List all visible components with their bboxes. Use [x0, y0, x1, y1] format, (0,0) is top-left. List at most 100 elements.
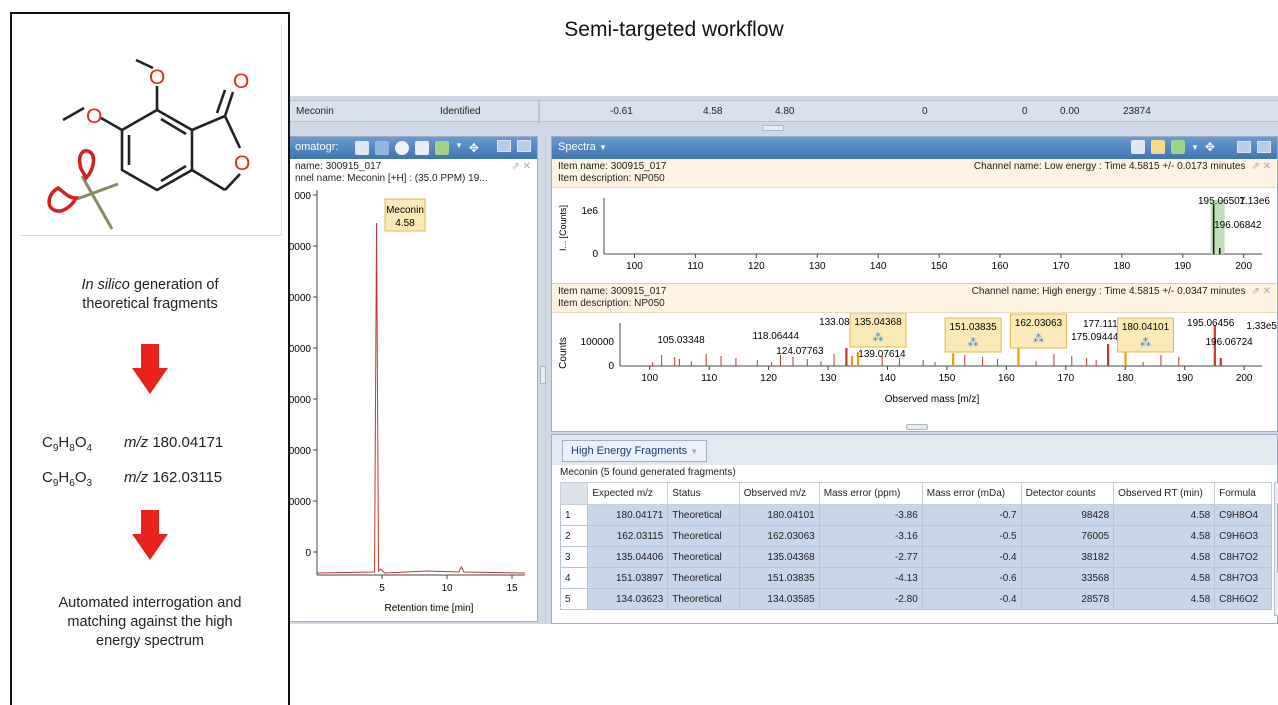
- minimize-icon[interactable]: [1237, 141, 1251, 153]
- peak-rt: 4.58: [395, 218, 415, 229]
- x-tick-label: 10: [441, 583, 453, 594]
- svg-text:1.33e5: 1.33e5: [1246, 321, 1277, 332]
- result-row[interactable]: Meconin Identified -0.61 4.58 4.80 0 0 0…: [290, 100, 1278, 123]
- formula-row-2: C9H6O3 m/z 162.03115: [42, 469, 223, 489]
- workflow-step-1: In silico generation of theoretical frag…: [81, 277, 219, 312]
- vertical-splitter-grip[interactable]: [540, 366, 546, 384]
- matched-fragment-label: 151.03835: [949, 322, 997, 333]
- dropdown-icon[interactable]: ▼: [455, 141, 463, 155]
- fragment-icon: ⁂: [968, 337, 979, 349]
- col-observed-rt[interactable]: Observed RT (min): [1113, 482, 1216, 505]
- mass-error-mda-cell: -0.4: [921, 546, 1022, 568]
- maximize-icon[interactable]: [517, 140, 531, 152]
- fragment-icon: ⁂: [1140, 337, 1151, 349]
- observed-mz-cell: 134.03585: [738, 588, 820, 610]
- row-number: 1: [559, 504, 589, 526]
- minimize-icon[interactable]: [497, 140, 511, 152]
- detector-counts-cell: 98428: [1020, 504, 1115, 526]
- table-row[interactable]: 5 134.03623 Theoretical 134.03585 -2.80 -0.4 2…: [559, 588, 1272, 610]
- peak-label: 195.06456: [1187, 318, 1235, 329]
- svg-text:100000: 100000: [581, 337, 615, 348]
- x-tick-label: 190: [1174, 261, 1191, 272]
- fragments-subtitle: Meconin (5 found generated fragments): [560, 467, 736, 478]
- zoom-icon[interactable]: [375, 141, 389, 155]
- y-tick-label: 0000: [290, 344, 311, 355]
- move-icon[interactable]: ✥: [1205, 140, 1215, 154]
- row-number: 5: [559, 588, 589, 610]
- col-detector-counts[interactable]: Detector counts: [1020, 482, 1115, 505]
- col-mass-error-ppm[interactable]: Mass error (ppm): [818, 482, 923, 505]
- formula-2: C9H6O3: [42, 469, 93, 489]
- formula-cell: C9H8O4: [1214, 504, 1272, 526]
- spectra-panel: Spectra ▼ ▼ ✥ Item name: 300915_017 Item…: [551, 136, 1278, 432]
- mass-error-mda-cell: -0.5: [921, 525, 1022, 547]
- mass-error-mda-cell: -0.7: [921, 504, 1022, 526]
- detector-counts-cell: 38182: [1020, 546, 1115, 568]
- col-status[interactable]: Status: [667, 482, 740, 505]
- status-cell: Theoretical: [667, 567, 740, 589]
- chromatogram-header: omatogr: ▼ ✥: [290, 137, 537, 159]
- table-icon[interactable]: [415, 141, 429, 155]
- status-cell: Theoretical: [667, 525, 740, 547]
- high-energy-spectrum: Counts 100000 0 1.33e5 105.03348 118.0644…: [558, 313, 1277, 405]
- mass-error-ppm-cell: -4.13: [818, 567, 923, 589]
- export-icon[interactable]: [1131, 140, 1146, 154]
- table-row[interactable]: 1 180.04171 Theoretical 180.04101 -3.86 -0.7 9…: [559, 504, 1272, 526]
- overlay-icon[interactable]: [435, 141, 449, 155]
- fragment-icon: ⁂: [1033, 333, 1044, 345]
- matched-fragment-label: 135.04368: [854, 317, 902, 328]
- mass-error-mda-cell: -0.4: [921, 588, 1022, 610]
- status-cell: Theoretical: [667, 588, 740, 610]
- scissors-icon: [47, 149, 119, 230]
- svg-text:0: 0: [608, 361, 614, 372]
- chromatogram-plot: 0000000000000000000000000000 Meconin 4.5…: [290, 190, 526, 614]
- x-tick-label: 200: [1235, 261, 1252, 272]
- observed-rt-cell: 4.58: [1113, 546, 1216, 568]
- col-formula[interactable]: Formula: [1214, 482, 1272, 505]
- y-tick-label: 0000: [290, 242, 311, 253]
- x-tick-label: 5: [379, 583, 385, 594]
- x-tick-label: 100: [626, 261, 643, 272]
- splitter-grip[interactable]: [906, 424, 928, 430]
- x-tick-label: 100: [641, 373, 658, 384]
- status-cell: Theoretical: [667, 504, 740, 526]
- x-tick-label: 150: [931, 261, 948, 272]
- dropdown-icon[interactable]: ▼: [1191, 143, 1199, 152]
- col-mass-error-mda[interactable]: Mass error (mDa): [921, 482, 1022, 505]
- table-icon[interactable]: [1151, 140, 1166, 154]
- col-expected-mz[interactable]: Expected m/z: [587, 482, 669, 505]
- select-all-cell[interactable]: [559, 482, 589, 505]
- peak-label: 195.06507: [1198, 196, 1246, 207]
- fragments-table: Expected m/z Status Observed m/z Mass er…: [559, 482, 1272, 610]
- tab-high-energy-fragments[interactable]: High Energy Fragments ▼: [562, 440, 708, 462]
- formula-cell: C8H7O2: [1214, 546, 1272, 568]
- maximize-icon[interactable]: [1257, 141, 1271, 153]
- meconin-structure: O O O O: [20, 24, 282, 236]
- export-icon[interactable]: [355, 141, 369, 155]
- peak-label: 175.09444: [1071, 332, 1119, 343]
- result-status: Identified: [440, 106, 481, 117]
- x-tick-label: 130: [820, 373, 837, 384]
- x-tick-label: 160: [998, 373, 1015, 384]
- y-tick-label: 0: [305, 548, 311, 559]
- app-window: Meconin Identified -0.61 4.58 4.80 0 0 0…: [290, 96, 1278, 624]
- table-row[interactable]: 4 151.03897 Theoretical 151.03835 -4.13 -0.6 3…: [559, 567, 1272, 589]
- table-row[interactable]: 3 135.04406 Theoretical 135.04368 -2.77 -0.4 3…: [559, 546, 1272, 568]
- col-observed-mz[interactable]: Observed m/z: [738, 482, 820, 505]
- expected-mz-cell: 134.03623: [587, 588, 669, 610]
- move-icon[interactable]: ✥: [469, 141, 479, 155]
- expected-mz-cell: 162.03115: [587, 525, 669, 547]
- svg-text:O: O: [149, 66, 165, 89]
- table-row[interactable]: 2 162.03115 Theoretical 162.03063 -3.16 -0.5 7…: [559, 525, 1272, 547]
- formula-row-1: C9H8O4 m/z 180.04171: [42, 434, 224, 454]
- table-scrollbar[interactable]: ▲ ▼: [1274, 482, 1278, 616]
- x-tick-label: 160: [992, 261, 1009, 272]
- overlay-icon[interactable]: [1171, 140, 1186, 154]
- x-axis-title: Retention time [min]: [385, 603, 474, 614]
- svg-text:I... [Counts]: I... [Counts]: [558, 205, 568, 251]
- svg-text:0: 0: [592, 249, 598, 260]
- x-tick-label: 190: [1176, 373, 1193, 384]
- refresh-icon[interactable]: [395, 141, 409, 155]
- y-tick-label: 0000: [290, 293, 311, 304]
- splitter-grip[interactable]: [762, 125, 784, 131]
